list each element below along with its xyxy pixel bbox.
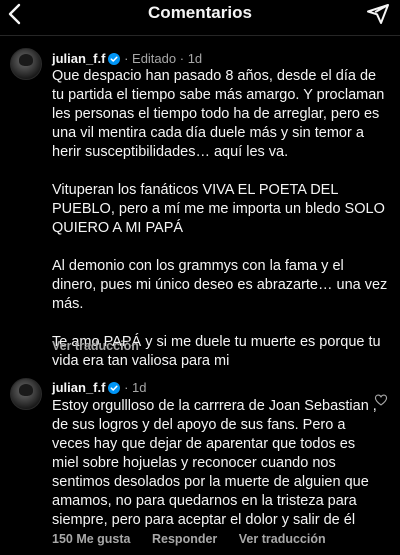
reply-button[interactable]: Responder: [152, 532, 217, 546]
comment-paragraph: Vituperan los fanáticos VIVA EL POETA DE…: [52, 182, 385, 236]
comment-username[interactable]: julian_f.f: [52, 51, 105, 66]
comment-time: · 1d: [124, 380, 147, 395]
page-title: Comentarios: [148, 3, 252, 22]
comment-actions: 150 Me gusta Responder Ver traducción: [52, 532, 344, 546]
see-translation-link[interactable]: Ver traducción: [52, 339, 139, 353]
avatar[interactable]: [10, 48, 42, 80]
see-translation-link[interactable]: Ver traducción: [239, 532, 326, 546]
comment-text: Estoy orgullloso de la carrrera de Joan …: [52, 398, 377, 528]
comment-username[interactable]: julian_f.f: [52, 380, 105, 395]
comment-paragraph: Al demonio con los grammys con la fama y…: [52, 258, 388, 312]
comment-paragraph: Que despacio han pasado 8 años, desde el…: [52, 68, 385, 160]
verified-badge-icon: [108, 53, 121, 65]
comment-meta: julian_f.f · 1d: [52, 380, 146, 395]
header-divider: [0, 35, 400, 36]
avatar[interactable]: [10, 378, 42, 410]
comment-time: · 1d: [179, 51, 203, 66]
comment-meta: julian_f.f · Editado · 1d: [52, 51, 202, 66]
comments-header: Comentarios: [0, 0, 400, 30]
edited-label: · Editado: [124, 51, 177, 66]
verified-badge-icon: [108, 382, 121, 394]
comment-text: Que despacio han pasado 8 años, desde el…: [52, 67, 392, 371]
likes-count[interactable]: 150 Me gusta: [52, 532, 131, 546]
paper-plane-icon[interactable]: [366, 2, 390, 26]
